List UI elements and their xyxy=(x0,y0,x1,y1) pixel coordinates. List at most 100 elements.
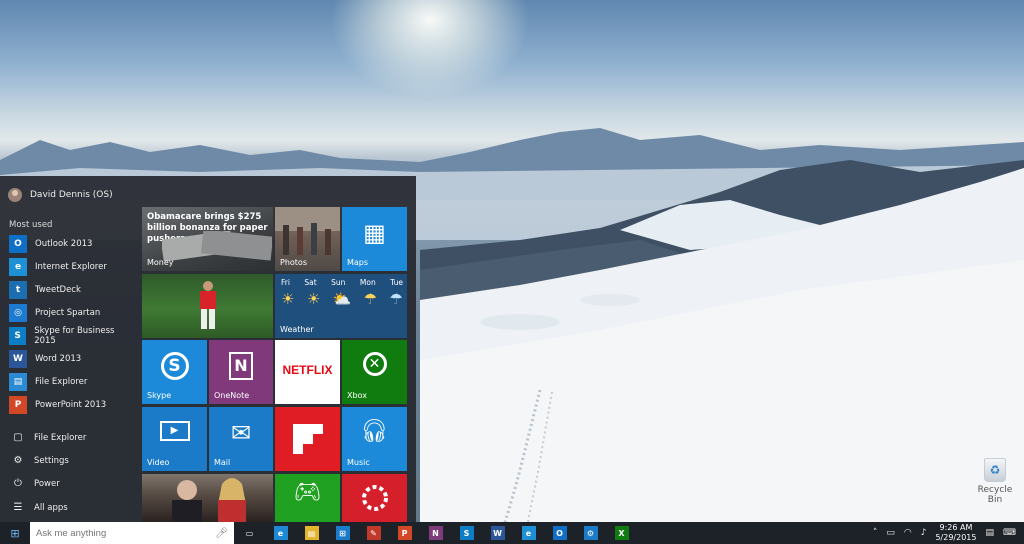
most-used-label: File Explorer xyxy=(35,376,88,387)
tile-games[interactable]: 🎮︎ xyxy=(275,474,340,522)
power-icon: ⏻ xyxy=(14,478,22,489)
most-used-label: Word 2013 xyxy=(35,353,82,364)
edge-taskbar-button[interactable]: e xyxy=(513,522,544,544)
sun-icon: ☀ xyxy=(281,290,295,308)
windows-icon: ⊞ xyxy=(10,526,20,540)
most-used-heading: Most used xyxy=(9,220,53,230)
start-item-label: All apps xyxy=(34,502,68,513)
most-used-item[interactable]: ◎ Project Spartan xyxy=(9,301,134,324)
tile-skype[interactable]: S Skype xyxy=(142,340,207,404)
start-item-label: Settings xyxy=(34,455,69,466)
edge-taskbar-icon: e xyxy=(521,526,536,540)
skype-icon: S xyxy=(142,352,207,380)
settings-taskbar-icon: ⚙ xyxy=(583,526,598,540)
folder-icon: ▤ xyxy=(9,372,27,391)
tile-money[interactable]: Obamacare brings $275 billion bonanza fo… xyxy=(142,207,273,271)
sports-image xyxy=(200,281,216,329)
tile-onenote[interactable]: N OneNote xyxy=(209,340,273,404)
user-name: David Dennis (OS) xyxy=(30,190,113,200)
tile-label: Weather xyxy=(280,325,314,334)
settings-taskbar-button[interactable]: ⚙ xyxy=(575,522,606,544)
tile-label: Money xyxy=(147,258,174,267)
outlook-taskbar-icon: O xyxy=(552,526,567,540)
start-all-apps-item[interactable]: ☰ All apps xyxy=(12,496,137,519)
tile-maps[interactable]: ▦ Maps xyxy=(342,207,407,271)
store-taskbar-icon: ⊞ xyxy=(335,526,350,540)
tile-label: Photos xyxy=(280,258,307,267)
ie-taskbar-button[interactable]: e xyxy=(265,522,296,544)
tweetdeck-icon: t xyxy=(9,280,27,299)
most-used-item[interactable]: S Skype for Business 2015 xyxy=(9,324,134,347)
most-used-item[interactable]: t TweetDeck xyxy=(9,278,134,301)
xbox-taskbar-button[interactable]: X xyxy=(606,522,637,544)
file-explorer-taskbar-button[interactable]: ▤ xyxy=(296,522,327,544)
store-taskbar-button[interactable]: ⊞ xyxy=(327,522,358,544)
start-file-explorer-item[interactable]: ▢ File Explorer xyxy=(12,426,137,449)
onenote-taskbar-icon: N xyxy=(428,526,443,540)
recycle-bin[interactable]: ♻ Recycle Bin xyxy=(972,458,1018,505)
clock-date: 5/29/2015 xyxy=(935,533,977,542)
tile-weather[interactable]: Fri Sat Sun Mon Tue ☀ ☀ ⛅ ☂ ☂ Weather xyxy=(275,274,407,338)
action-center-icon[interactable]: ▤ xyxy=(985,528,994,538)
clock[interactable]: 9:26 AM 5/29/2015 xyxy=(935,523,976,543)
battery-icon[interactable]: ▭ xyxy=(886,528,895,538)
globe-icon: ◎ xyxy=(9,303,27,322)
start-menu: David Dennis (OS) Most used O Outlook 201… xyxy=(0,176,416,522)
chevron-up-icon[interactable]: ˄ xyxy=(873,528,878,538)
weather-day: Fri xyxy=(281,278,290,287)
tile-video[interactable]: ▶ Video xyxy=(142,407,207,471)
outlook-taskbar-button[interactable]: O xyxy=(544,522,575,544)
start-button[interactable]: ⊞ xyxy=(0,522,30,544)
most-used-item[interactable]: W Word 2013 xyxy=(9,347,134,370)
tile-label: Xbox xyxy=(347,391,367,400)
flipboard-icon xyxy=(293,424,323,454)
tile-flipboard[interactable] xyxy=(275,407,340,471)
most-used-item[interactable]: e Internet Explorer xyxy=(9,255,134,278)
weather-icons: ☀ ☀ ⛅ ☂ ☂ xyxy=(281,290,403,308)
xbox-icon: ✕ xyxy=(342,352,407,376)
microphone-icon[interactable]: 🎤︎ xyxy=(215,528,228,539)
list-icon: ☰ xyxy=(13,502,23,513)
most-used-label: TweetDeck xyxy=(35,284,81,295)
most-used-label: Outlook 2013 xyxy=(35,238,93,249)
keyboard-icon[interactable]: ⌨ xyxy=(1003,528,1016,538)
outlook-icon: O xyxy=(9,234,27,253)
paint-taskbar-button[interactable]: ✎ xyxy=(358,522,389,544)
tile-photos[interactable]: Photos xyxy=(275,207,340,271)
tile-mail[interactable]: ✉ Mail xyxy=(209,407,273,471)
start-power-item[interactable]: ⏻ Power xyxy=(12,472,137,495)
start-settings-item[interactable]: ⚙ Settings xyxy=(12,449,137,472)
search-box[interactable]: 🎤︎ xyxy=(30,522,234,544)
tile-label: Mail xyxy=(214,458,231,467)
user-account[interactable]: David Dennis (OS) xyxy=(8,188,113,202)
task-view-button[interactable]: ▭ xyxy=(234,522,265,544)
ring-icon xyxy=(362,485,388,511)
search-input[interactable] xyxy=(36,527,196,539)
xbox-taskbar-icon: X xyxy=(614,526,629,540)
paint-taskbar-icon: ✎ xyxy=(366,526,381,540)
tile-news-photo[interactable] xyxy=(142,474,273,522)
volume-icon[interactable]: ♪ xyxy=(921,528,927,538)
tile-app-red[interactable] xyxy=(342,474,407,522)
tile-label: Maps xyxy=(347,258,369,267)
word-taskbar-button[interactable]: W xyxy=(482,522,513,544)
most-used-item[interactable]: P PowerPoint 2013 xyxy=(9,393,134,416)
most-used-item[interactable]: ▤ File Explorer xyxy=(9,370,134,393)
people-image xyxy=(172,478,246,522)
tile-music[interactable]: 🎧︎ Music xyxy=(342,407,407,471)
most-used-label: Skype for Business 2015 xyxy=(34,325,115,346)
tile-label: OneNote xyxy=(214,391,250,400)
file-explorer-taskbar-icon: ▤ xyxy=(304,526,319,540)
weather-day: Tue xyxy=(390,278,403,287)
tile-xbox[interactable]: ✕ Xbox xyxy=(342,340,407,404)
map-icon: ▦ xyxy=(363,219,386,247)
onenote-taskbar-button[interactable]: N xyxy=(420,522,451,544)
internet-explorer-icon: e xyxy=(9,257,27,276)
most-used-item[interactable]: O Outlook 2013 xyxy=(9,232,134,255)
rain-icon: ☂ xyxy=(389,290,403,308)
tile-sports[interactable] xyxy=(142,274,273,338)
skype-taskbar-button[interactable]: S xyxy=(451,522,482,544)
wifi-icon[interactable]: ◠ xyxy=(904,528,912,538)
tile-netflix[interactable]: NETFLIX xyxy=(275,340,340,404)
powerpoint-taskbar-button[interactable]: P xyxy=(389,522,420,544)
